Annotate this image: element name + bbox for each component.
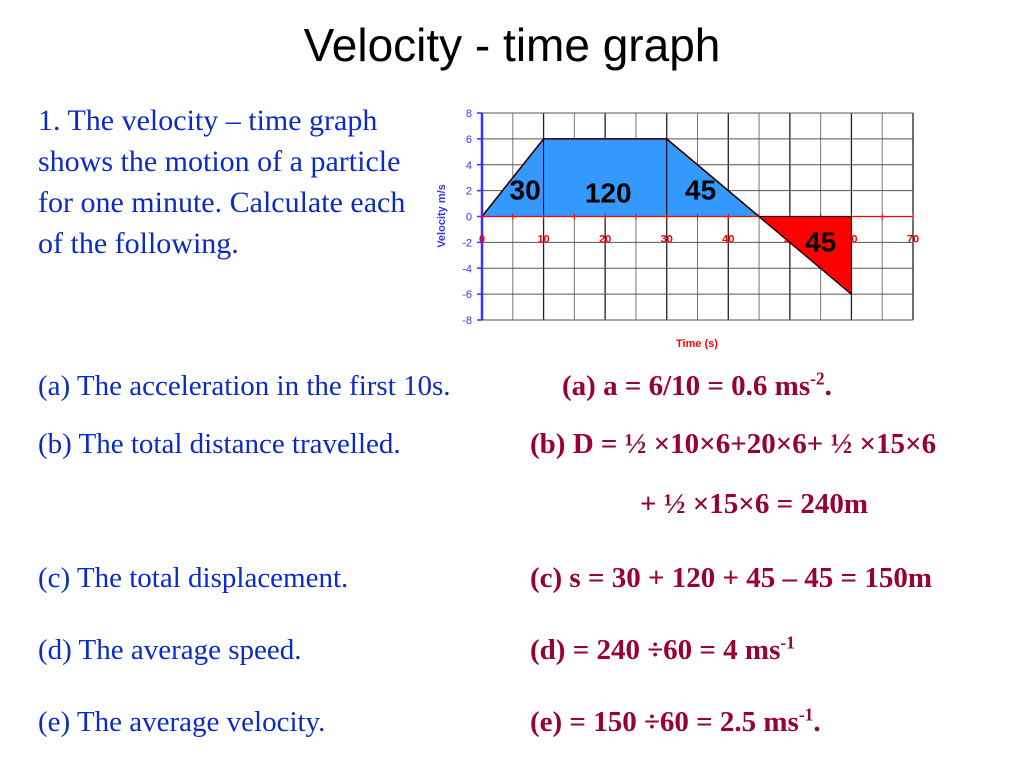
y-axis-label: Velocity m/s [436,184,448,248]
question-d: (d) The average speed. [38,634,302,666]
answer-a-exponent: -2 [810,368,825,389]
x-tick-label: 20 [599,234,611,246]
y-tick-label: -2 [462,237,472,249]
answer-b-line2: + ½ ×15×6 = 240m [640,488,869,520]
answer-a-text: (a) a = 6/10 = 0.6 ms [562,370,811,402]
y-tick-label: 4 [466,160,472,172]
x-tick-label: 30 [661,234,673,246]
y-tick-label: -4 [462,263,472,275]
y-tick-label: 6 [466,134,472,146]
x-axis-label: Time (s) [676,338,718,350]
area-value-label: 30 [510,175,541,206]
answer-a: (a) a = 6/10 = 0.6 ms-2. [562,370,832,403]
answer-a-tail: . [824,370,832,402]
question-a: (a) The acceleration in the first 10s. [38,370,451,402]
answer-b-line1: (b) D = ½ ×10×6+20×6+ ½ ×15×6 [530,428,937,460]
answer-e-text: (e) = 150 ÷60 = 2.5 ms [530,706,799,738]
answer-e: (e) = 150 ÷60 = 2.5 ms-1. [530,706,821,739]
y-tick-label: -8 [462,315,472,327]
area-value-label: 45 [805,226,836,257]
question-e: (e) The average velocity. [38,706,326,738]
y-tick-label: 0 [466,212,472,224]
answer-c: (c) s = 30 + 120 + 45 – 45 = 150m [530,562,932,594]
y-tick-label: 2 [466,186,472,198]
y-tick-label: 8 [466,108,472,120]
area-value-label: 45 [685,175,716,206]
chart-area-labels: 30 120 45 [510,175,717,209]
answer-d-text: (d) = 240 ÷60 = 4 ms [530,634,781,666]
x-tick-label: 0 [479,234,485,246]
answer-e-tail: . [813,706,821,738]
answer-e-exponent: -1 [798,704,814,725]
x-tick-label: 40 [722,234,734,246]
x-tick-label: 10 [537,234,549,246]
y-tick-label: -6 [462,289,472,301]
answer-d-exponent: -1 [780,632,795,653]
answer-d: (d) = 240 ÷60 = 4 ms-1 [530,634,795,667]
x-tick-label: 70 [907,234,919,246]
question-c: (c) The total displacement. [38,562,349,594]
area-value-label: 120 [585,177,632,208]
question-b: (b) The total distance travelled. [38,428,401,460]
